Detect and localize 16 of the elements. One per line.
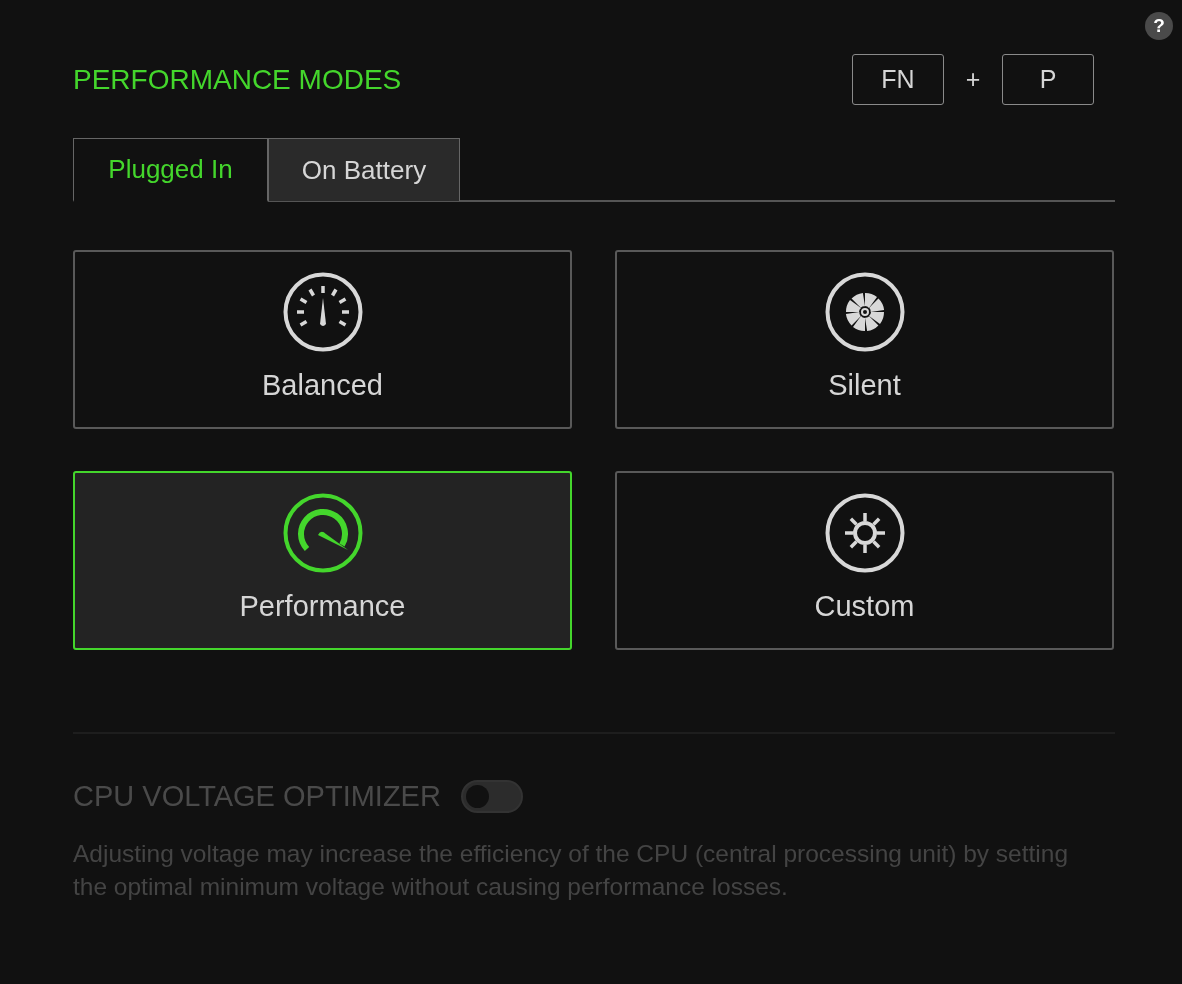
mode-card[interactable]: Custom xyxy=(615,471,1114,650)
gauge-icon xyxy=(282,272,363,352)
mode-card[interactable]: Silent xyxy=(615,250,1114,429)
optimizer-label: CPU VOLTAGE OPTIMIZER xyxy=(73,780,441,813)
key-cap: FN xyxy=(852,54,944,105)
speedometer-icon xyxy=(282,493,363,573)
mode-card[interactable]: Performance xyxy=(73,471,572,650)
mode-card[interactable]: Balanced xyxy=(73,250,572,429)
help-button[interactable]: ? xyxy=(1145,12,1173,40)
gear-icon xyxy=(824,493,905,573)
plus-sign: + xyxy=(964,65,982,94)
key-cap: P xyxy=(1002,54,1094,105)
tab[interactable]: On Battery xyxy=(268,138,460,201)
section-title: PERFORMANCE MODES xyxy=(73,63,402,96)
fan-icon xyxy=(824,272,905,352)
tab[interactable]: Plugged In xyxy=(73,138,268,202)
